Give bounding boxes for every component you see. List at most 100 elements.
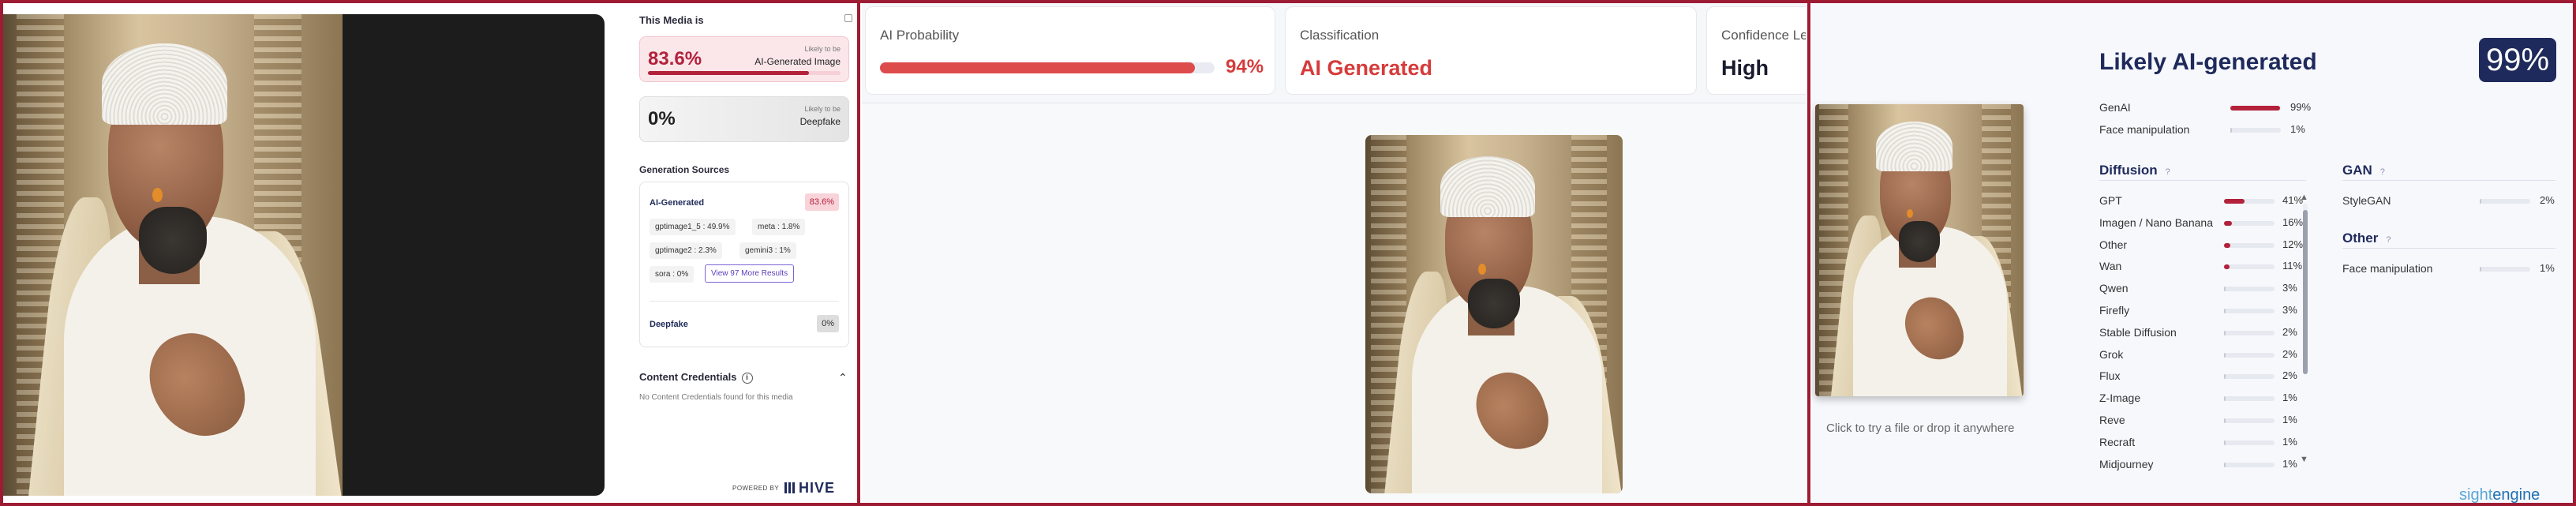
score-bar-track — [2224, 440, 2275, 445]
ai-card-caption: AI-Generated Image — [754, 56, 841, 67]
deepfake-source-label: Deepfake — [650, 320, 688, 329]
uploaded-image-viewer[interactable] — [3, 14, 605, 496]
score-bar-fill — [2224, 418, 2226, 423]
score-name: Grok — [2099, 347, 2124, 361]
scroll-up-arrow-icon[interactable]: ▲ — [2300, 193, 2308, 202]
diffusion-section-title: Diffusion? — [2099, 163, 2170, 178]
deepfake-percent: 0% — [648, 108, 676, 129]
ai-probability-bar — [648, 71, 841, 75]
source-chip: sora : 0% — [650, 266, 695, 283]
divider — [650, 301, 839, 302]
score-name: Imagen / Nano Banana — [2099, 216, 2213, 229]
score-name: Z-Image — [2099, 392, 2141, 405]
score-percent: 11% — [2282, 260, 2303, 272]
score-row: StyleGAN 2% — [2342, 194, 2571, 210]
section-divider — [2342, 180, 2555, 181]
score-bar-fill — [2224, 330, 2226, 335]
help-icon[interactable]: ? — [2380, 167, 2385, 177]
score-name: Firefly — [2099, 304, 2130, 317]
score-percent: 16% — [2282, 216, 2304, 228]
score-bar-fill — [2224, 309, 2226, 313]
score-percent: 1% — [2282, 392, 2297, 404]
score-bar-fill — [2230, 106, 2281, 111]
help-icon[interactable]: ? — [2166, 167, 2170, 177]
score-bar-fill — [2224, 242, 2230, 248]
score-percent: 2% — [2282, 369, 2297, 382]
source-chip: gptimage2 : 2.3% — [650, 242, 722, 259]
score-bar-fill — [2224, 462, 2226, 467]
other-section-title: Other? — [2342, 231, 2391, 246]
ai-generated-card: 83.6% Likely to be AI-Generated Image — [639, 36, 849, 82]
ai-generated-label: AI-Generated — [650, 198, 705, 208]
score-row: Other 12% — [2099, 238, 2314, 254]
score-name: Qwen — [2099, 282, 2129, 295]
score-row: Z-Image 1% — [2099, 392, 2314, 407]
content-credentials-message: No Content Credentials found for this me… — [639, 393, 793, 402]
help-icon[interactable]: ? — [2386, 235, 2391, 245]
scrollbar-thumb[interactable] — [2303, 210, 2308, 374]
score-row: Face manipulation 1% — [2342, 262, 2571, 278]
score-row: Imagen / Nano Banana 16% — [2099, 216, 2314, 232]
deepfake-card: 0% Likely to be Deepfake — [639, 96, 849, 142]
score-name: Midjourney — [2099, 457, 2154, 470]
image-preview-area — [862, 103, 1806, 503]
info-icon[interactable]: i — [741, 372, 753, 384]
ai-probability-label: AI Probability — [880, 28, 960, 43]
upload-drop-image[interactable] — [1815, 104, 2024, 396]
confidence-card: Confidence Level High — [1706, 6, 1806, 95]
score-name: GenAI — [2099, 101, 2131, 114]
score-percent: 3% — [2282, 304, 2297, 316]
score-percent: 2% — [2282, 325, 2297, 338]
generation-sources-box: AI-Generated 83.6% gptimage1_5 : 49.9% m… — [639, 182, 849, 347]
score-row: Stable Diffusion 2% — [2099, 326, 2314, 342]
score-bar-fill — [2224, 287, 2226, 292]
chevron-up-icon[interactable]: ⌃ — [838, 371, 848, 384]
score-name: Face manipulation — [2099, 123, 2190, 136]
sightengine-logo: sightengine — [2459, 486, 2540, 504]
score-badge: 99% — [2479, 38, 2556, 82]
content-credentials-title: Content Credentials — [639, 371, 737, 383]
result-cards-row: AI Probability 94% Classification AI Gen… — [862, 3, 1806, 103]
ai-generated-pct-badge: 83.6% — [804, 193, 839, 211]
hive-logo: HIVE — [784, 480, 835, 497]
score-bar-track — [2480, 199, 2530, 204]
score-bar-track — [2224, 374, 2275, 380]
sightengine-panel: Click to try a file or drop it anywhere … — [1812, 3, 2573, 504]
score-bar-track — [2224, 264, 2275, 270]
score-percent: 12% — [2282, 238, 2304, 250]
scroll-down-arrow-icon[interactable]: ▼ — [2300, 455, 2308, 464]
score-percent: 1% — [2282, 435, 2297, 448]
score-name: Flux — [2099, 369, 2121, 383]
powered-by-label: POWERED BY — [732, 485, 780, 492]
score-bar-fill — [2224, 199, 2245, 204]
score-bar-fill — [2480, 199, 2481, 204]
score-bar-track — [2224, 418, 2275, 423]
score-row: Grok 2% — [2099, 348, 2314, 364]
ai-probability-bar-fill — [648, 71, 809, 75]
score-percent: 1% — [2540, 262, 2555, 274]
score-name: Other — [2099, 238, 2128, 251]
view-more-results-button[interactable]: View 97 More Results — [705, 264, 795, 283]
score-percent: 1% — [2282, 457, 2297, 470]
upload-hint[interactable]: Click to try a file or drop it anywhere — [1826, 422, 2014, 435]
confidence-value: High — [1721, 56, 1769, 80]
score-row: Recraft 1% — [2099, 436, 2314, 452]
section-divider — [2342, 248, 2555, 249]
score-row: Qwen 3% — [2099, 282, 2314, 298]
score-name: Stable Diffusion — [2099, 325, 2177, 339]
gan-section-title: GAN? — [2342, 163, 2385, 178]
score-bar-track — [2224, 352, 2275, 358]
score-bar-track — [2480, 267, 2530, 272]
score-row: Wan 11% — [2099, 260, 2314, 275]
share-icon[interactable] — [844, 14, 852, 22]
deepfake-pct-badge: 0% — [817, 315, 839, 332]
score-percent: 1% — [2290, 123, 2305, 135]
source-chip: meta : 1.8% — [752, 219, 806, 235]
ai-probability-track — [880, 62, 1215, 73]
score-bar-track — [2224, 220, 2275, 226]
score-percent: 3% — [2282, 282, 2297, 294]
score-bar-track — [2230, 106, 2281, 111]
score-bar-fill — [2224, 440, 2226, 445]
content-credentials-header[interactable]: Content Credentials i — [639, 371, 753, 384]
score-percent: 2% — [2282, 347, 2297, 360]
